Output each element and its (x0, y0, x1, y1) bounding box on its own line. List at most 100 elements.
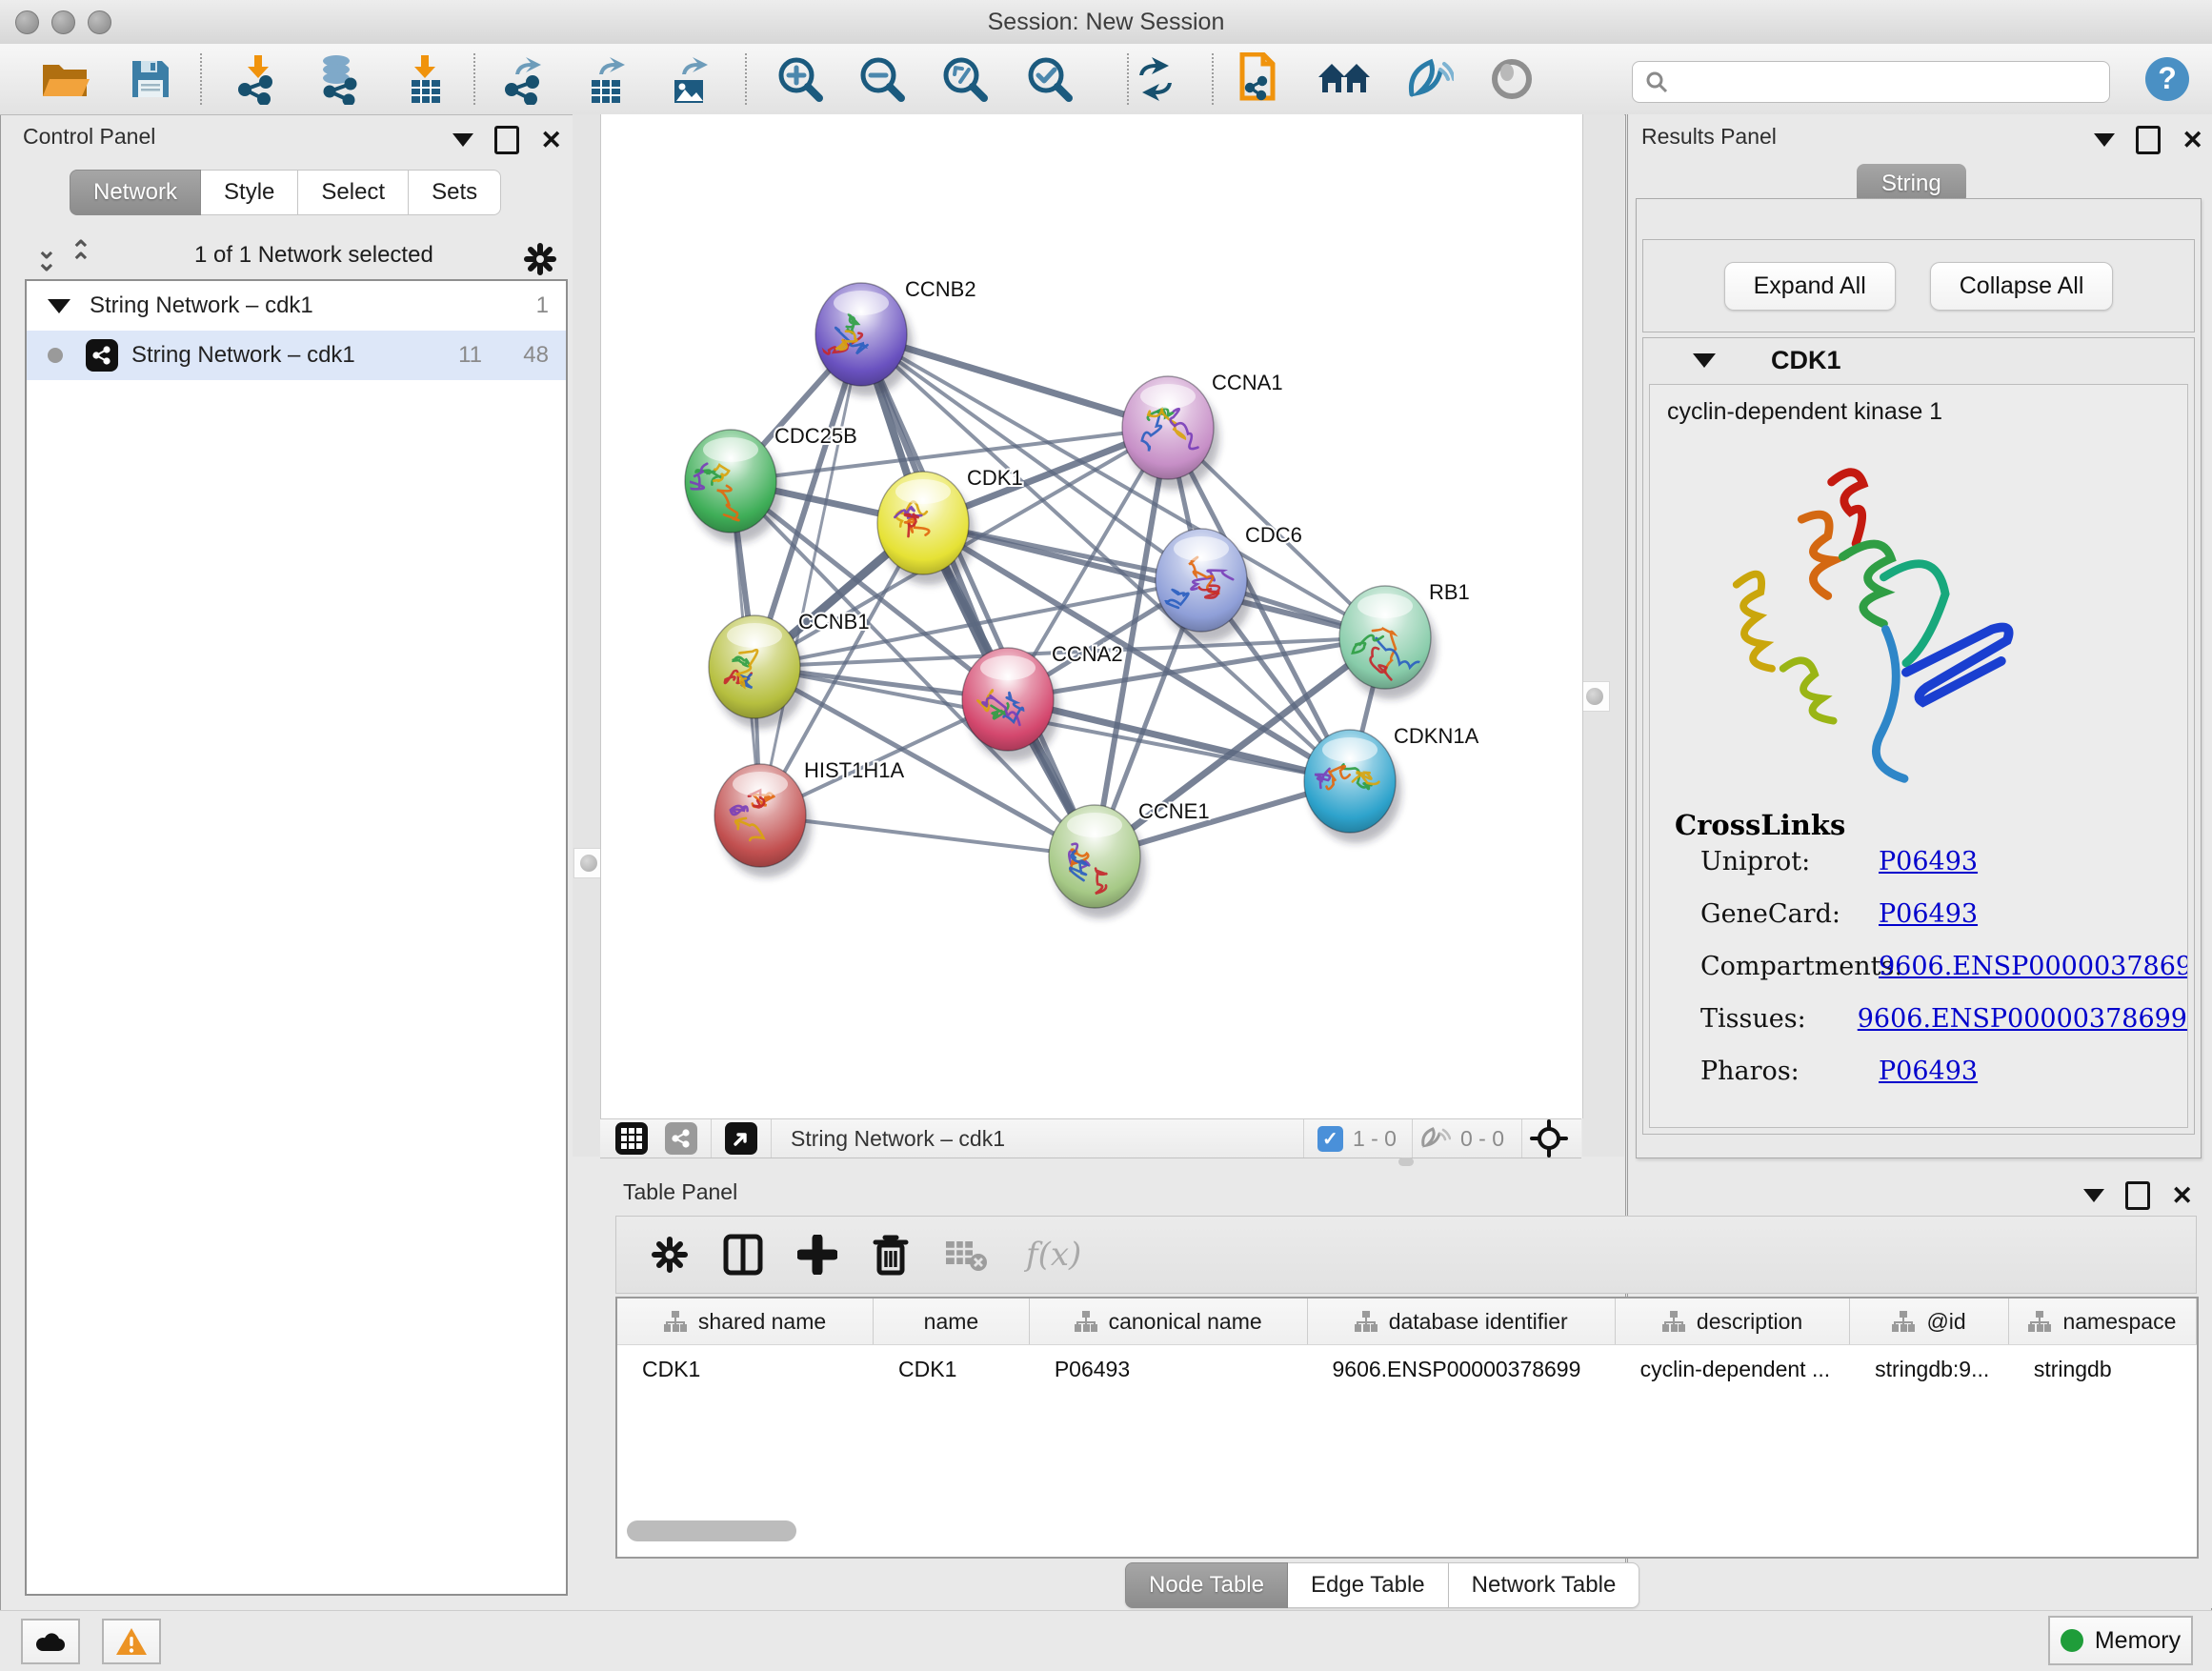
string-badge-icon[interactable] (665, 1122, 697, 1155)
expand-all-button[interactable]: Expand All (1724, 262, 1896, 311)
network-edge-CCNB2-HIST1H1A[interactable] (760, 334, 861, 815)
open-session-button[interactable] (35, 50, 94, 108)
import-table-button[interactable] (395, 50, 454, 108)
table-horizontal-scrollbar[interactable] (627, 1520, 796, 1541)
network-node-CCNE1[interactable]: CCNE1 (1049, 799, 1210, 918)
tab-node-table[interactable]: Node Table (1125, 1562, 1288, 1608)
crosslink-pharos-link[interactable]: P06493 (1879, 1057, 1978, 1086)
right-splitter-handle[interactable] (1579, 681, 1610, 712)
function-builder-button[interactable]: f(x) (1026, 1236, 1081, 1274)
results-panel-menu-icon[interactable] (2094, 133, 2115, 147)
column-header-id[interactable]: @id (1850, 1299, 2009, 1344)
table-gear-icon[interactable] (651, 1236, 689, 1274)
collapse-all-button[interactable]: Collapse All (1930, 262, 2114, 311)
toolbar-search-field[interactable] (1632, 61, 2110, 103)
right-splitter[interactable] (1582, 114, 1624, 1157)
eye-button[interactable] (1482, 50, 1541, 108)
section-collapse-icon[interactable] (1693, 353, 1716, 368)
hide-unhide-button[interactable] (1398, 50, 1458, 108)
export-image-button[interactable] (660, 50, 719, 108)
left-splitter[interactable] (573, 114, 600, 1157)
network-view-canvas[interactable]: CCNB2CCNA1CDC25BCDK1CDC6RB1CCNB1CCNA2CDK… (600, 114, 1583, 1118)
network-node-CCNB1[interactable]: CCNB1 (709, 610, 870, 729)
horizontal-splitter-handle[interactable] (1398, 1158, 1414, 1166)
tab-sets[interactable]: Sets (409, 170, 501, 215)
network-options-gear-icon[interactable] (523, 242, 557, 276)
selected-checkbox-icon[interactable]: ✓ (1317, 1126, 1343, 1152)
birds-eye-view-icon[interactable] (725, 1122, 757, 1155)
network-node-CDC6[interactable]: CDC6 (1156, 523, 1302, 642)
cell-namespace[interactable]: stringdb (2009, 1357, 2197, 1382)
delete-table-icon[interactable] (944, 1238, 988, 1272)
column-header-namespace[interactable]: namespace (2009, 1299, 2197, 1344)
table-panel-close-icon[interactable]: ✕ (2171, 1184, 2193, 1207)
memory-button[interactable]: Memory (2048, 1616, 2193, 1665)
string-import-button[interactable] (1230, 50, 1289, 108)
table-panel-float-icon[interactable] (2125, 1181, 2150, 1210)
delete-column-icon[interactable] (872, 1233, 910, 1277)
export-table-button[interactable] (577, 50, 636, 108)
tab-network-table[interactable]: Network Table (1449, 1562, 1640, 1608)
refresh-view-button[interactable] (1126, 50, 1185, 108)
tab-select[interactable]: Select (298, 170, 409, 215)
hidden-counter: 0 - 0 (1460, 1126, 1504, 1152)
table-row[interactable]: CDK1 CDK1 P06493 9606.ENSP00000378699 cy… (617, 1345, 2197, 1393)
network-node-CCNB2[interactable]: CCNB2 (815, 277, 976, 396)
control-panel-close-icon[interactable]: ✕ (540, 129, 562, 151)
control-panel-menu-icon[interactable] (452, 133, 473, 147)
expand-all-networks-icon[interactable]: ⌃⌃ (70, 244, 91, 269)
cell-database-identifier[interactable]: 9606.ENSP00000378699 (1308, 1357, 1616, 1382)
fit-selected-crosshair-icon[interactable] (1530, 1119, 1568, 1158)
network-node-RB1[interactable]: RB1 (1339, 580, 1470, 699)
crosslink-tissues-link[interactable]: 9606.ENSP00000378699 (1858, 1004, 2187, 1034)
network-node-CCNA1[interactable]: CCNA1 (1122, 371, 1283, 490)
crosslink-uniprot-link[interactable]: P06493 (1879, 847, 1978, 876)
tab-network[interactable]: Network (70, 170, 201, 215)
string-homes-button[interactable] (1316, 50, 1375, 108)
results-panel-close-icon[interactable]: ✕ (2182, 129, 2203, 151)
column-header-shared-name[interactable]: shared name (617, 1299, 874, 1344)
collapse-all-networks-icon[interactable]: ⌄⌄ (36, 244, 57, 269)
table-panel-menu-icon[interactable] (2083, 1189, 2104, 1202)
help-button[interactable]: ? (2138, 50, 2197, 108)
network-edge-count: 48 (523, 342, 549, 369)
crosslink-genecard-link[interactable]: P06493 (1879, 899, 1978, 929)
cell-canonical-name[interactable]: P06493 (1030, 1357, 1308, 1382)
tab-edge-table[interactable]: Edge Table (1288, 1562, 1449, 1608)
gene-section-header[interactable]: CDK1 (1643, 338, 2194, 382)
zoom-fit-button[interactable] (935, 50, 995, 108)
import-network-button[interactable] (229, 50, 288, 108)
zoom-selected-button[interactable] (1020, 50, 1079, 108)
show-columns-icon[interactable] (723, 1234, 763, 1276)
node-label-CDC25B: CDC25B (774, 424, 857, 448)
column-header-description[interactable]: description (1616, 1299, 1850, 1344)
cell-name[interactable]: CDK1 (874, 1357, 1030, 1382)
search-input[interactable] (1669, 64, 2109, 100)
control-panel-float-icon[interactable] (494, 126, 519, 154)
cell-description[interactable]: cyclin-dependent ... (1616, 1357, 1850, 1382)
crosslink-compartments-link[interactable]: 9606.ENSP00000378699 (1879, 952, 2188, 981)
results-panel-float-icon[interactable] (2136, 126, 2161, 154)
column-header-name[interactable]: name (874, 1299, 1030, 1344)
cell-shared-name[interactable]: CDK1 (617, 1357, 874, 1382)
zoom-out-button[interactable] (853, 50, 912, 108)
column-header-database-identifier[interactable]: database identifier (1308, 1299, 1616, 1344)
network-row[interactable]: String Network – cdk1 11 48 (27, 331, 566, 380)
import-network-from-database-button[interactable] (309, 50, 368, 108)
network-node-CCNA2[interactable]: CCNA2 (962, 642, 1123, 761)
warning-status-button[interactable] (102, 1619, 161, 1664)
hidden-eye-icon[interactable] (1418, 1126, 1451, 1151)
add-column-icon[interactable] (797, 1235, 837, 1275)
network-node-CDKN1A[interactable]: CDKN1A (1304, 724, 1479, 843)
grid-view-icon[interactable] (615, 1122, 648, 1155)
export-network-button[interactable] (495, 50, 554, 108)
tab-style[interactable]: Style (201, 170, 298, 215)
save-session-button[interactable] (121, 50, 180, 108)
cell-id[interactable]: stringdb:9... (1850, 1357, 2009, 1382)
column-header-canonical-name[interactable]: canonical name (1030, 1299, 1308, 1344)
zoom-in-button[interactable] (771, 50, 830, 108)
network-collection-row[interactable]: String Network – cdk1 1 (27, 281, 566, 331)
collection-expand-icon[interactable] (48, 299, 70, 313)
network-node-HIST1H1A[interactable]: HIST1H1A (714, 758, 904, 877)
cloud-status-button[interactable] (21, 1619, 80, 1664)
